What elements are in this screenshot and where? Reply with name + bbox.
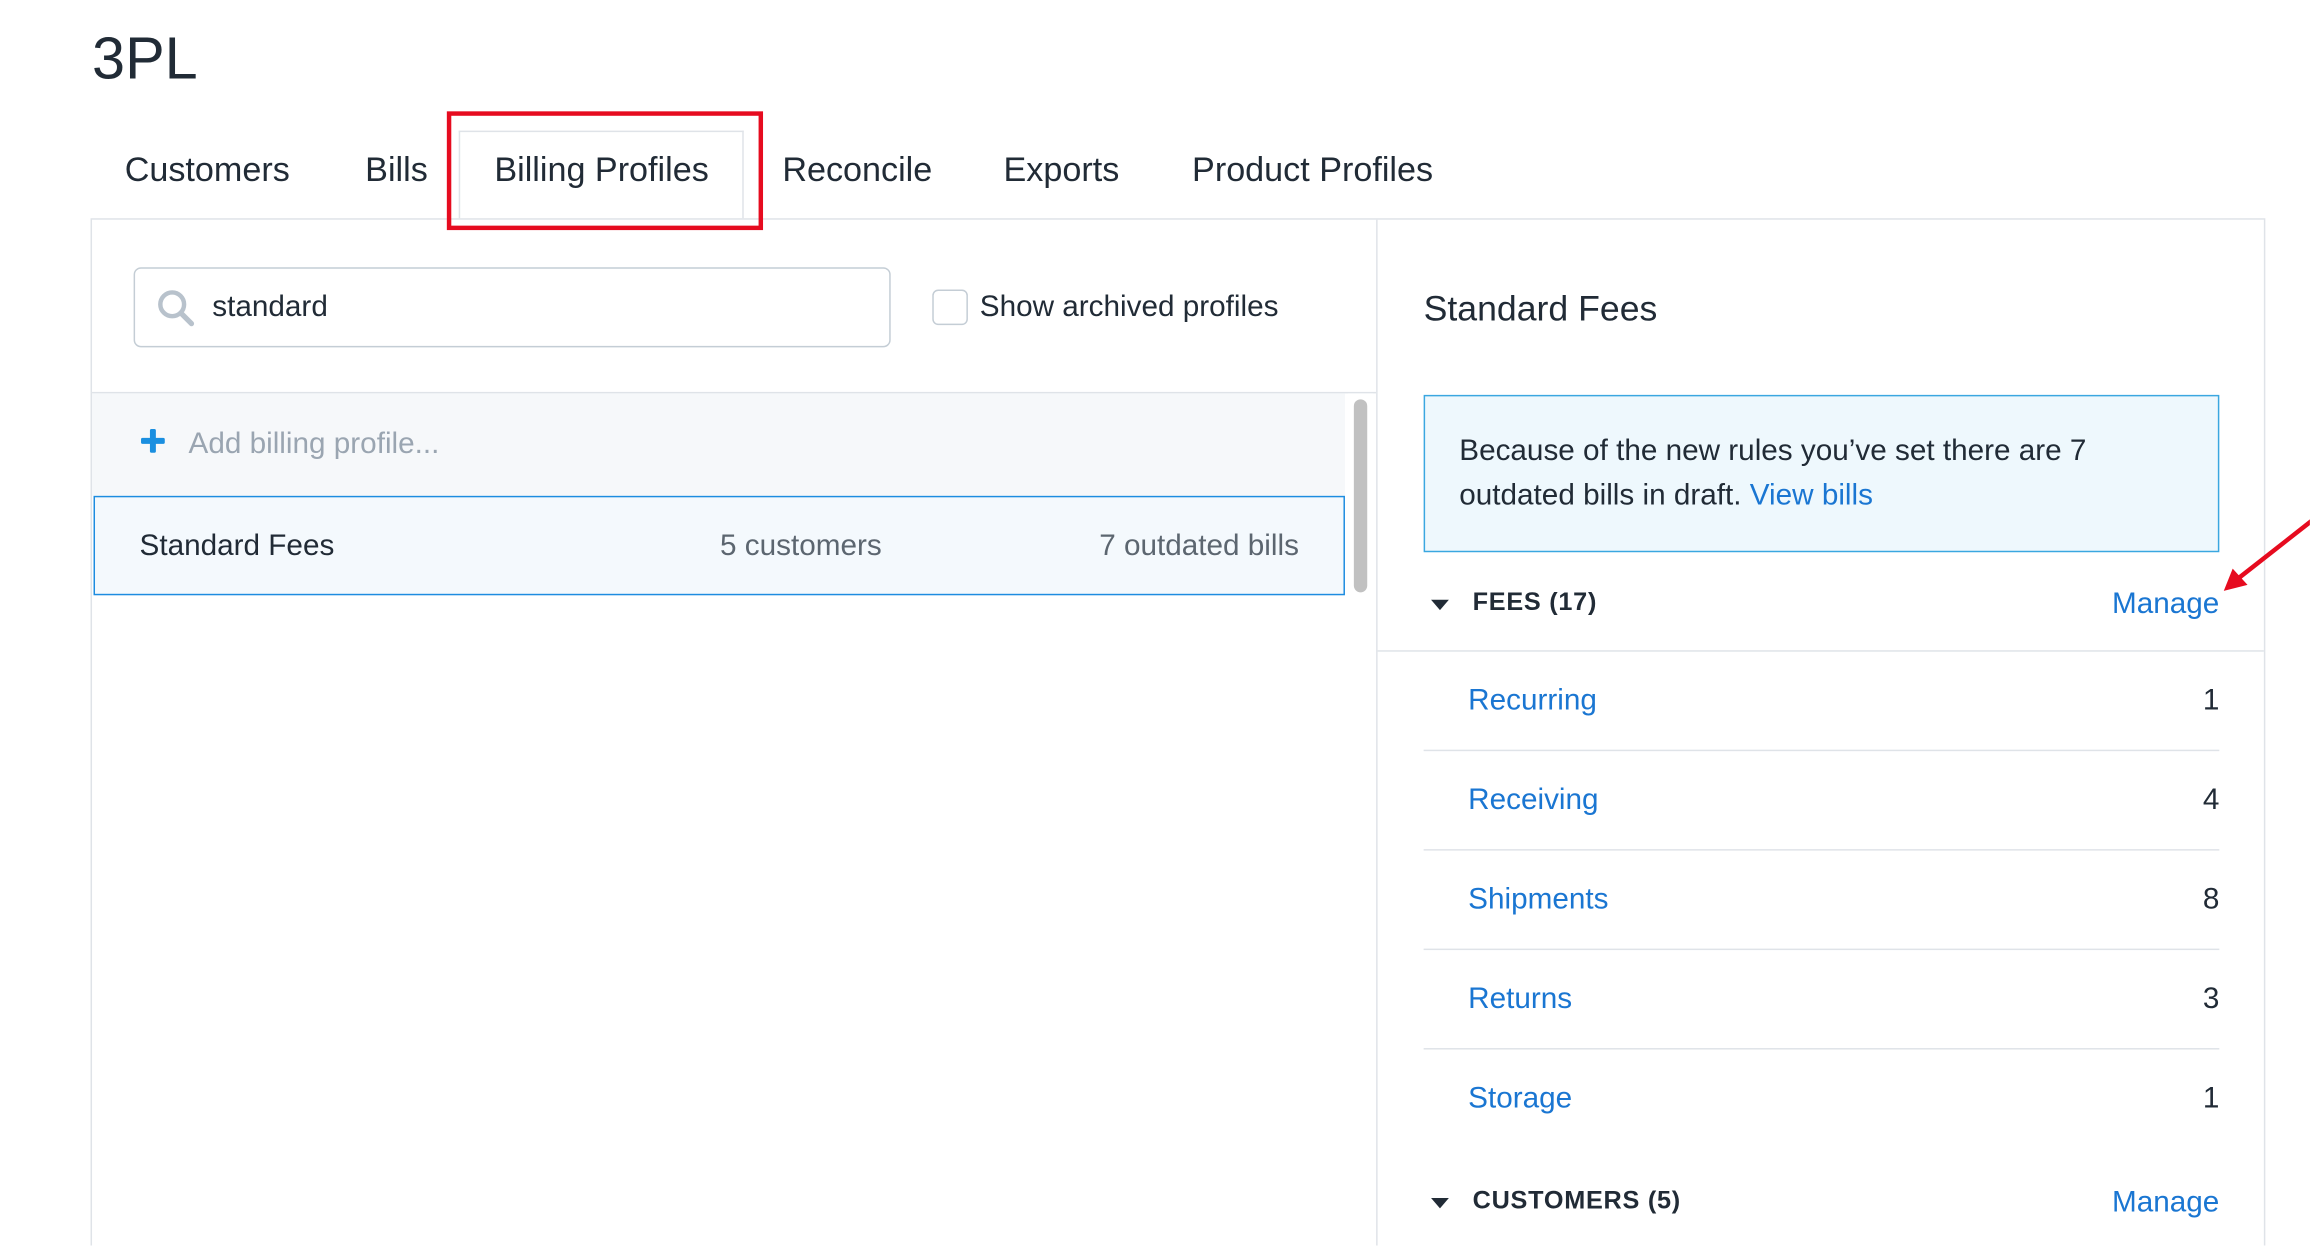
- fee-count: 8: [2202, 883, 2220, 916]
- fee-count: 1: [2202, 1082, 2220, 1115]
- tab-billing-profiles[interactable]: Billing Profiles: [458, 130, 745, 220]
- caret-down-icon[interactable]: [1431, 1197, 1449, 1209]
- outdated-bills-notice: Because of the new rules you’ve set ther…: [1423, 394, 2220, 553]
- scrollbar-thumb[interactable]: [1353, 399, 1368, 593]
- list-scrollbar[interactable]: [1347, 393, 1374, 1246]
- tab-customers[interactable]: Customers: [125, 145, 290, 193]
- profile-name: Standard Fees: [139, 529, 335, 563]
- fee-count: 3: [2202, 982, 2220, 1016]
- caret-down-icon[interactable]: [1431, 599, 1449, 611]
- billing-profiles-panel: Show archived profiles Add billing profi…: [90, 218, 2266, 1246]
- add-billing-profile-label: Add billing profile...: [188, 427, 440, 461]
- fee-row-storage: Storage 1: [1424, 1050, 2220, 1149]
- show-archived-checkbox[interactable]: [932, 289, 968, 326]
- fee-count: 1: [2202, 684, 2220, 718]
- tab-bills[interactable]: Bills: [365, 145, 428, 193]
- detail-title: Standard Fees: [1423, 289, 1658, 330]
- fees-section-header[interactable]: FEES (17) Manage: [1378, 579, 2264, 632]
- fee-link[interactable]: Storage: [1468, 1078, 1572, 1120]
- plus-icon: [141, 429, 165, 453]
- fee-link[interactable]: Returns: [1468, 978, 1572, 1020]
- fees-section-label: FEES (17): [1472, 587, 1598, 617]
- tab-exports[interactable]: Exports: [1004, 145, 1120, 193]
- page: 3PL Customers Bills Billing Profiles Rec…: [0, 0, 2310, 1246]
- app-title: 3PL: [92, 26, 198, 93]
- profile-list-pane: Show archived profiles Add billing profi…: [92, 219, 1378, 1246]
- view-bills-link[interactable]: View bills: [1750, 479, 1873, 512]
- profile-customer-count: 5 customers: [719, 529, 882, 563]
- search-field[interactable]: [133, 267, 891, 348]
- search-input[interactable]: [212, 280, 866, 335]
- customers-section-label: CUSTOMERS (5): [1472, 1186, 1681, 1215]
- add-billing-profile-row[interactable]: Add billing profile...: [92, 393, 1345, 496]
- fee-link[interactable]: Recurring: [1468, 680, 1597, 722]
- fee-link[interactable]: Receiving: [1468, 779, 1598, 821]
- list-item[interactable]: Standard Fees 5 customers 7 outdated bil…: [93, 495, 1345, 596]
- profile-list: Add billing profile... Standard Fees 5 c…: [92, 391, 1377, 1246]
- tab-bar: Customers Bills Billing Profiles Reconci…: [92, 130, 1873, 220]
- tab-product-profiles[interactable]: Product Profiles: [1192, 145, 1433, 193]
- fee-row-shipments: Shipments 8: [1423, 851, 2220, 951]
- fee-row-returns: Returns 3: [1423, 950, 2220, 1050]
- profile-detail-pane: Standard Fees Because of the new rules y…: [1377, 220, 2264, 1246]
- fee-row-recurring: Recurring 1: [1423, 652, 2220, 752]
- customers-section-header[interactable]: CUSTOMERS (5) Manage: [1378, 1177, 2264, 1230]
- fee-count: 4: [2202, 783, 2220, 817]
- fee-row-receiving: Receiving 4: [1423, 751, 2220, 851]
- manage-customers-link[interactable]: Manage: [2112, 1180, 2219, 1225]
- tab-reconcile[interactable]: Reconcile: [782, 145, 932, 193]
- manage-fees-link[interactable]: Manage: [2112, 582, 2219, 627]
- search-icon: [158, 290, 195, 327]
- show-archived-label[interactable]: Show archived profiles: [980, 287, 1279, 329]
- fee-link[interactable]: Shipments: [1468, 879, 1608, 921]
- profile-outdated-bills: 7 outdated bills: [1099, 529, 1299, 563]
